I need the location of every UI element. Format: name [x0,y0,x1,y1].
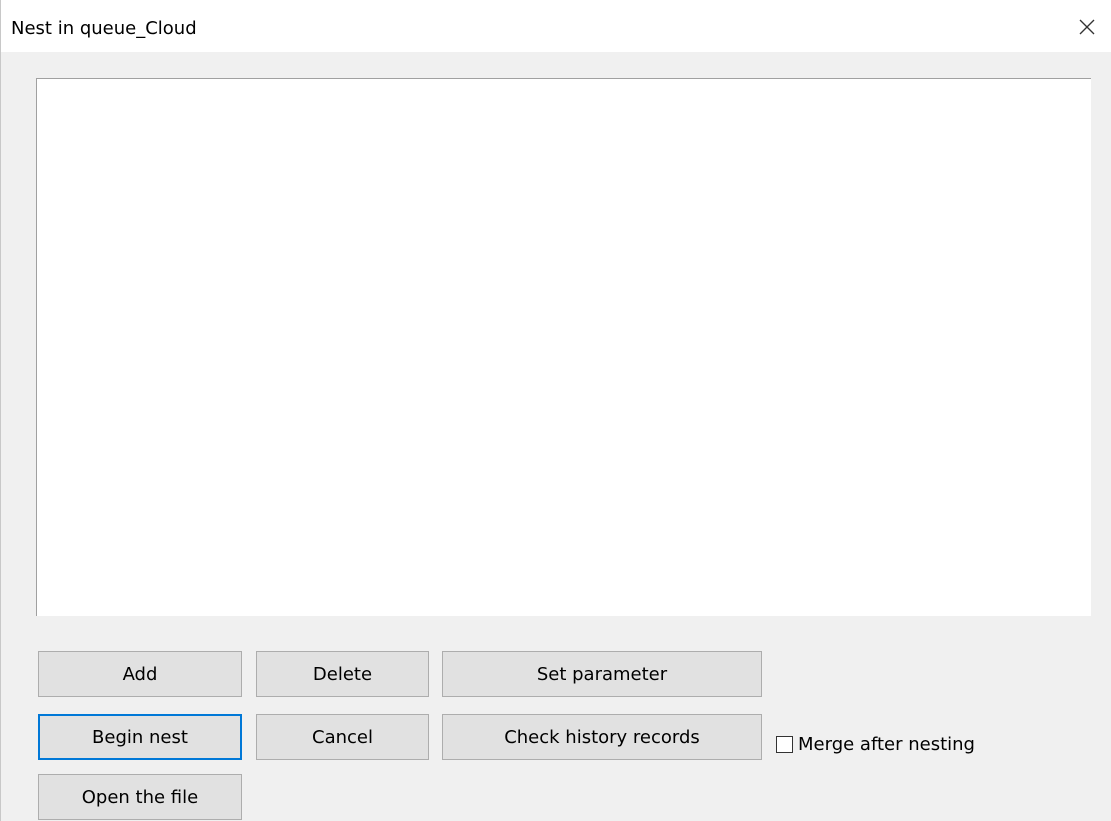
close-icon [1076,16,1098,38]
begin-nest-button[interactable]: Begin nest [38,714,242,760]
open-file-button[interactable]: Open the file [38,774,242,820]
set-parameter-button[interactable]: Set parameter [442,651,762,697]
queue-list[interactable] [36,78,1091,616]
delete-button[interactable]: Delete [256,651,429,697]
dialog-title: Nest in queue_Cloud [11,18,197,39]
check-history-records-button[interactable]: Check history records [442,714,762,760]
close-button[interactable] [1076,16,1098,38]
merge-after-nesting-label: Merge after nesting [798,734,975,755]
merge-after-nesting-checkbox[interactable] [776,736,793,753]
merge-after-nesting-option[interactable]: Merge after nesting [776,734,975,755]
nest-dialog: Nest in queue_Cloud Add Delete Set param… [0,0,1111,821]
title-bar: Nest in queue_Cloud [1,0,1111,52]
add-button[interactable]: Add [38,651,242,697]
cancel-button[interactable]: Cancel [256,714,429,760]
